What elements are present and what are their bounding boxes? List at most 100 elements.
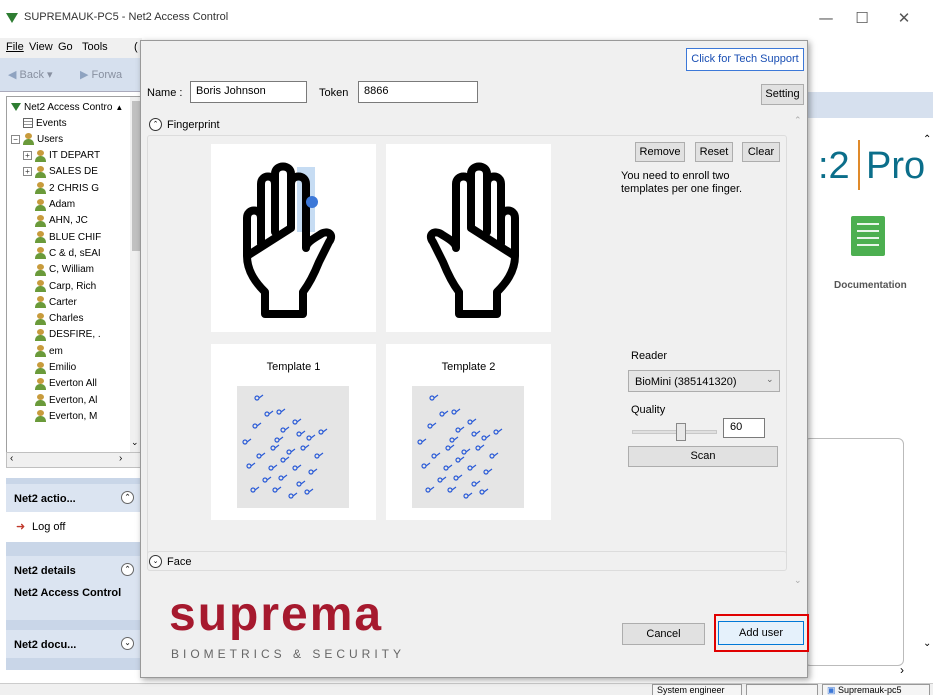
menu-view[interactable]: View xyxy=(29,41,53,53)
face-section-header[interactable]: ⌄ Face xyxy=(149,555,191,568)
token-field[interactable]: 8866 xyxy=(358,81,478,103)
dialog-scroll-up-icon[interactable]: ⌃ xyxy=(794,115,802,126)
remove-button[interactable]: Remove xyxy=(635,142,685,162)
logoff-link[interactable]: Log off xyxy=(32,521,65,533)
right-hand-icon[interactable] xyxy=(386,144,551,332)
reset-button[interactable]: Reset xyxy=(695,142,733,162)
collapse-up-icon[interactable]: ⌃ xyxy=(121,563,134,576)
content-scroll-right-icon[interactable]: › xyxy=(900,663,904,677)
navigation-toolbar: ◀ Back ▾ ▶ Forwa xyxy=(0,58,142,92)
user-group-icon xyxy=(23,133,34,146)
scan-button[interactable]: Scan xyxy=(628,446,778,467)
tree-item-label: Everton All xyxy=(49,378,97,390)
name-field[interactable]: Boris Johnson xyxy=(190,81,307,103)
net2-details-title: Net2 details xyxy=(14,565,76,577)
tree-item-label: Carp, Rich xyxy=(49,280,97,292)
selected-finger-dot xyxy=(306,196,318,208)
back-button[interactable]: ◀ Back ▾ xyxy=(8,68,53,81)
tree-user-item[interactable]: Everton, M xyxy=(35,408,97,424)
scroll-left-icon[interactable]: ‹ xyxy=(10,453,13,464)
expand-down-icon[interactable]: ⌄ xyxy=(121,637,134,650)
reader-select[interactable]: BioMini (385141320) ⌄ xyxy=(628,370,780,392)
left-hand-card[interactable] xyxy=(211,144,376,332)
net2-details-header[interactable]: Net2 details ⌃ xyxy=(6,556,140,584)
tree-group-item[interactable]: + SALES DE xyxy=(23,164,98,180)
navigation-tree: Net2 Access Contro ▲ Events − Users + IT DEP… xyxy=(6,96,142,454)
tree-scroll-up-icon[interactable]: ▲ xyxy=(115,103,123,112)
tech-support-button[interactable]: Click for Tech Support xyxy=(686,48,804,71)
user-icon xyxy=(35,377,46,390)
tree-user-item[interactable]: Adam xyxy=(35,197,75,213)
user-group-icon xyxy=(35,165,46,178)
tree-user-item[interactable]: Emilio xyxy=(35,360,76,376)
scroll-right-icon[interactable]: › xyxy=(119,453,122,464)
tree-scroll-thumb[interactable] xyxy=(132,101,140,251)
tree-user-item[interactable]: 2 CHRIS G xyxy=(35,180,99,196)
add-user-dialog: Click for Tech Support Name : Boris John… xyxy=(140,40,809,678)
quality-slider-track[interactable] xyxy=(632,430,717,434)
tree-item-label: IT DEPART xyxy=(49,150,101,162)
collapse-up-icon[interactable]: ⌃ xyxy=(149,118,162,131)
fingerprint-minutiae-2 xyxy=(417,394,503,499)
dialog-scroll-down-icon[interactable]: ⌄ xyxy=(794,575,802,586)
tree-user-item[interactable]: AHN, JC xyxy=(35,213,88,229)
documentation-icon[interactable] xyxy=(851,216,885,256)
left-hand-icon[interactable] xyxy=(211,144,376,332)
clear-button[interactable]: Clear xyxy=(742,142,780,162)
minimize-button[interactable]: — xyxy=(808,6,844,30)
tree-group-item[interactable]: + IT DEPART xyxy=(23,148,100,164)
tree-item-label: Events xyxy=(36,117,67,129)
setting-button[interactable]: Setting xyxy=(761,84,804,105)
collapse-node-icon[interactable]: − xyxy=(11,134,20,144)
status-computer-name: Supremauk-pc5 xyxy=(838,685,902,695)
left-task-panels: Net2 actio... ⌃ ➜ Log off Net2 details ⌃… xyxy=(6,478,140,670)
tree-root[interactable]: Net2 Access Contro ▲ xyxy=(11,99,123,115)
forward-button[interactable]: ▶ Forwa xyxy=(80,68,122,81)
tree-user-item[interactable]: C, William xyxy=(35,262,94,278)
expand-node-icon[interactable]: + xyxy=(23,167,32,177)
close-window-button[interactable]: ✕ xyxy=(886,6,922,30)
expand-node-icon[interactable]: + xyxy=(23,151,32,161)
add-user-button[interactable]: Add user xyxy=(718,621,804,645)
maximize-button[interactable]: ☐ xyxy=(844,6,880,30)
documentation-label[interactable]: Documentation xyxy=(834,280,907,291)
net2-docs-header[interactable]: Net2 docu... ⌄ xyxy=(6,630,140,658)
tree-user-item[interactable]: DESFIRE, . xyxy=(35,327,101,343)
right-hand-card[interactable] xyxy=(386,144,551,332)
user-icon xyxy=(35,231,46,244)
net2-app-icon xyxy=(6,13,18,23)
menu-file[interactable]: File xyxy=(6,41,24,53)
tree-user-item[interactable]: Everton, Al xyxy=(35,392,97,408)
tree-user-item[interactable]: Everton All xyxy=(35,376,97,392)
tree-user-item[interactable]: C & d, sEAI xyxy=(35,245,101,261)
tree-user-item[interactable]: Carter xyxy=(35,294,77,310)
tree-item-label: SALES DE xyxy=(49,166,98,178)
tree-user-item[interactable]: Carp, Rich xyxy=(35,278,96,294)
collapse-up-icon[interactable]: ⌃ xyxy=(121,491,134,504)
window-titlebar: SUPREMAUK-PC5 - Net2 Access Control — ☐ … xyxy=(0,0,933,36)
quality-slider-thumb[interactable] xyxy=(676,423,686,441)
tree-user-item[interactable]: Charles xyxy=(35,311,83,327)
fingerprint-minutiae-1 xyxy=(242,394,328,499)
tree-horizontal-scrollbar[interactable]: ‹ › xyxy=(6,452,142,468)
tree-user-item[interactable]: BLUE CHIF xyxy=(35,229,101,245)
cancel-button[interactable]: Cancel xyxy=(622,623,705,645)
net2-actions-title: Net2 actio... xyxy=(14,493,76,505)
tree-user-item[interactable]: em xyxy=(35,343,63,359)
menu-more[interactable]: ( xyxy=(134,41,138,53)
fingerprint-section-header[interactable]: ⌃ Fingerprint xyxy=(149,118,220,131)
tree-events-item[interactable]: Events xyxy=(23,115,67,131)
menu-tools[interactable]: Tools xyxy=(82,41,108,53)
tree-scroll-down-icon[interactable]: ⌄ xyxy=(131,437,139,448)
status-computer: ▣ Supremauk-pc5 xyxy=(822,684,930,695)
tree-item-label: Adam xyxy=(49,199,76,210)
net2-actions-header[interactable]: Net2 actio... ⌃ xyxy=(6,484,140,512)
expand-down-icon[interactable]: ⌄ xyxy=(149,555,162,568)
menu-go[interactable]: Go xyxy=(58,41,73,53)
template-2-label: Template 2 xyxy=(441,361,496,373)
content-scroll-down-icon[interactable]: ⌄ xyxy=(923,638,931,649)
content-scroll-up-icon[interactable]: ⌃ xyxy=(923,134,931,145)
tree-group-item[interactable]: − Users xyxy=(11,131,63,147)
template-2-card: Template 2 xyxy=(386,344,551,520)
quality-value-field[interactable]: 60 xyxy=(723,418,765,438)
